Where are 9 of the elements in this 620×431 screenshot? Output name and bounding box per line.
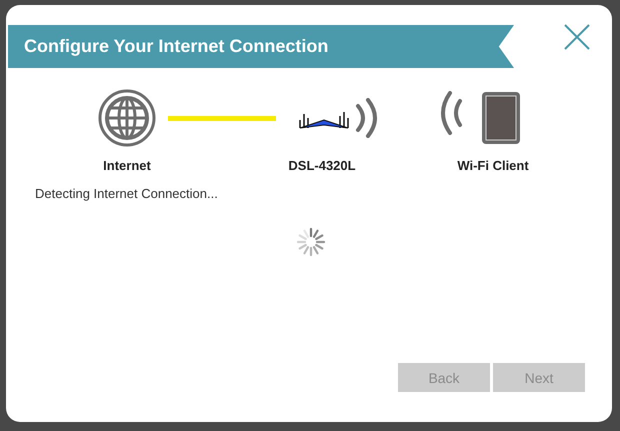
status-text: Detecting Internet Connection... bbox=[35, 186, 219, 201]
close-button[interactable] bbox=[564, 24, 590, 50]
node-label: DSL-4320L bbox=[288, 158, 356, 173]
node-label: Wi-Fi Client bbox=[457, 158, 529, 173]
tablet-icon bbox=[438, 91, 522, 145]
spinner-icon bbox=[296, 227, 326, 257]
node-label: Internet bbox=[103, 158, 151, 173]
dialog-title: Configure Your Internet Connection bbox=[8, 25, 514, 68]
globe-icon bbox=[98, 89, 156, 147]
